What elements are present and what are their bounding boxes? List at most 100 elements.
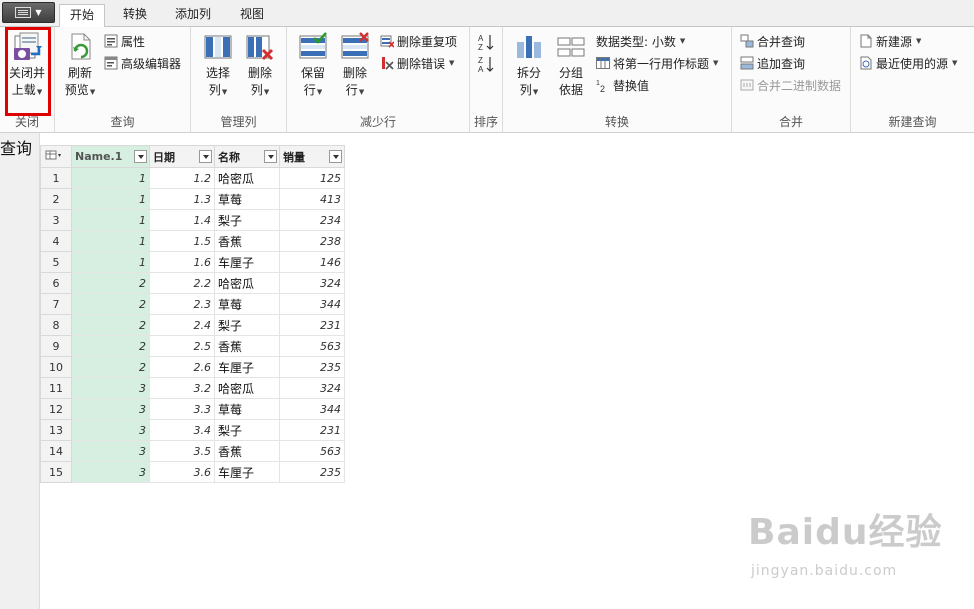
cell-name[interactable]: 草莓 xyxy=(214,398,280,420)
merge-queries-button[interactable]: 合并查询 xyxy=(740,32,805,50)
cell-date[interactable]: 1.6 xyxy=(149,251,215,273)
split-column-button[interactable]: 拆分 列▼ xyxy=(509,32,549,101)
cell-sales[interactable]: 563 xyxy=(279,440,345,462)
cell-name1[interactable]: 1 xyxy=(71,251,150,273)
cell-name[interactable]: 梨子 xyxy=(214,209,280,231)
cell-sales[interactable]: 563 xyxy=(279,335,345,357)
table-row[interactable]: 12 3 3.3 草莓 344 xyxy=(40,398,345,420)
cell-name1[interactable]: 2 xyxy=(71,335,150,357)
cell-name1[interactable]: 1 xyxy=(71,188,150,210)
cell-date[interactable]: 2.2 xyxy=(149,272,215,294)
cell-date[interactable]: 1.4 xyxy=(149,209,215,231)
table-row[interactable]: 9 2 2.5 香蕉 563 xyxy=(40,335,345,357)
cell-name[interactable]: 草莓 xyxy=(214,188,280,210)
cell-sales[interactable]: 146 xyxy=(279,251,345,273)
cell-sales[interactable]: 238 xyxy=(279,230,345,252)
table-row[interactable]: 2 1 1.3 草莓 413 xyxy=(40,188,345,210)
cell-date[interactable]: 3.4 xyxy=(149,419,215,441)
row-number[interactable]: 6 xyxy=(40,272,72,294)
table-menu-button[interactable] xyxy=(40,145,72,168)
cell-name1[interactable]: 3 xyxy=(71,419,150,441)
row-number[interactable]: 4 xyxy=(40,230,72,252)
cell-date[interactable]: 2.3 xyxy=(149,293,215,315)
cell-sales[interactable]: 234 xyxy=(279,209,345,231)
cell-name[interactable]: 香蕉 xyxy=(214,440,280,462)
cell-name[interactable]: 梨子 xyxy=(214,314,280,336)
table-row[interactable]: 15 3 3.6 车厘子 235 xyxy=(40,461,345,483)
row-number[interactable]: 5 xyxy=(40,251,72,273)
table-row[interactable]: 6 2 2.2 哈密瓜 324 xyxy=(40,272,345,294)
append-queries-button[interactable]: 追加查询 xyxy=(740,54,805,72)
filter-dropdown-icon[interactable] xyxy=(264,150,277,163)
column-header-name[interactable]: 名称 xyxy=(214,145,280,168)
cell-date[interactable]: 3.3 xyxy=(149,398,215,420)
cell-sales[interactable]: 235 xyxy=(279,461,345,483)
cell-name1[interactable]: 1 xyxy=(71,230,150,252)
row-number[interactable]: 13 xyxy=(40,419,72,441)
row-number[interactable]: 10 xyxy=(40,356,72,378)
choose-columns-button[interactable]: 选择 列▼ xyxy=(199,32,237,101)
cell-date[interactable]: 1.2 xyxy=(149,167,215,189)
cell-name[interactable]: 车厘子 xyxy=(214,251,280,273)
properties-button[interactable]: 属性 xyxy=(104,32,145,50)
filter-dropdown-icon[interactable] xyxy=(199,150,212,163)
cell-sales[interactable]: 344 xyxy=(279,293,345,315)
tab-transform[interactable]: 转换 xyxy=(113,4,157,27)
cell-name1[interactable]: 3 xyxy=(71,461,150,483)
group-by-button[interactable]: 分组 依据 xyxy=(551,32,591,99)
row-number[interactable]: 14 xyxy=(40,440,72,462)
table-row[interactable]: 8 2 2.4 梨子 231 xyxy=(40,314,345,336)
remove-rows-button[interactable]: 删除 行▼ xyxy=(335,32,375,101)
row-number[interactable]: 2 xyxy=(40,188,72,210)
cell-name1[interactable]: 2 xyxy=(71,272,150,294)
cell-sales[interactable]: 231 xyxy=(279,419,345,441)
cell-name[interactable]: 草莓 xyxy=(214,293,280,315)
cell-date[interactable]: 3.2 xyxy=(149,377,215,399)
cell-name[interactable]: 梨子 xyxy=(214,419,280,441)
table-row[interactable]: 13 3 3.4 梨子 231 xyxy=(40,419,345,441)
cell-sales[interactable]: 235 xyxy=(279,356,345,378)
combine-binaries-button[interactable]: 合并二进制数据 xyxy=(740,76,841,94)
table-row[interactable]: 7 2 2.3 草莓 344 xyxy=(40,293,345,315)
use-first-row-as-headers-button[interactable]: 将第一行用作标题 ▼ xyxy=(596,54,718,72)
cell-date[interactable]: 1.3 xyxy=(149,188,215,210)
row-number[interactable]: 9 xyxy=(40,335,72,357)
cell-name1[interactable]: 2 xyxy=(71,356,150,378)
table-row[interactable]: 4 1 1.5 香蕉 238 xyxy=(40,230,345,252)
sort-descending-button[interactable]: ZA xyxy=(477,55,495,74)
cell-name1[interactable]: 1 xyxy=(71,167,150,189)
table-row[interactable]: 10 2 2.6 车厘子 235 xyxy=(40,356,345,378)
tab-view[interactable]: 视图 xyxy=(230,4,274,27)
cell-sales[interactable]: 413 xyxy=(279,188,345,210)
cell-sales[interactable]: 324 xyxy=(279,272,345,294)
cell-name1[interactable]: 1 xyxy=(71,209,150,231)
row-number[interactable]: 15 xyxy=(40,461,72,483)
cell-name[interactable]: 车厘子 xyxy=(214,461,280,483)
cell-date[interactable]: 3.6 xyxy=(149,461,215,483)
column-header-sales[interactable]: 销量 xyxy=(279,145,345,168)
row-number[interactable]: 7 xyxy=(40,293,72,315)
cell-name[interactable]: 车厘子 xyxy=(214,356,280,378)
row-number[interactable]: 12 xyxy=(40,398,72,420)
cell-name[interactable]: 香蕉 xyxy=(214,335,280,357)
filter-dropdown-icon[interactable] xyxy=(134,150,147,163)
cell-date[interactable]: 3.5 xyxy=(149,440,215,462)
cell-name1[interactable]: 3 xyxy=(71,398,150,420)
cell-sales[interactable]: 231 xyxy=(279,314,345,336)
cell-name1[interactable]: 2 xyxy=(71,293,150,315)
filter-dropdown-icon[interactable] xyxy=(329,150,342,163)
table-row[interactable]: 1 1 1.2 哈密瓜 125 xyxy=(40,167,345,189)
tab-add-column[interactable]: 添加列 xyxy=(165,4,221,27)
cell-sales[interactable]: 125 xyxy=(279,167,345,189)
remove-duplicates-button[interactable]: 删除重复项 xyxy=(380,32,457,50)
row-number[interactable]: 8 xyxy=(40,314,72,336)
cell-name[interactable]: 哈密瓜 xyxy=(214,167,280,189)
remove-columns-button[interactable]: 删除 列▼ xyxy=(241,32,279,101)
row-number[interactable]: 11 xyxy=(40,377,72,399)
row-number[interactable]: 1 xyxy=(40,167,72,189)
replace-values-button[interactable]: 12 替换值 xyxy=(596,76,649,95)
advanced-editor-button[interactable]: 高级编辑器 xyxy=(104,54,181,72)
table-row[interactable]: 14 3 3.5 香蕉 563 xyxy=(40,440,345,462)
table-row[interactable]: 5 1 1.6 车厘子 146 xyxy=(40,251,345,273)
new-source-button[interactable]: 新建源 ▼ xyxy=(859,32,921,50)
